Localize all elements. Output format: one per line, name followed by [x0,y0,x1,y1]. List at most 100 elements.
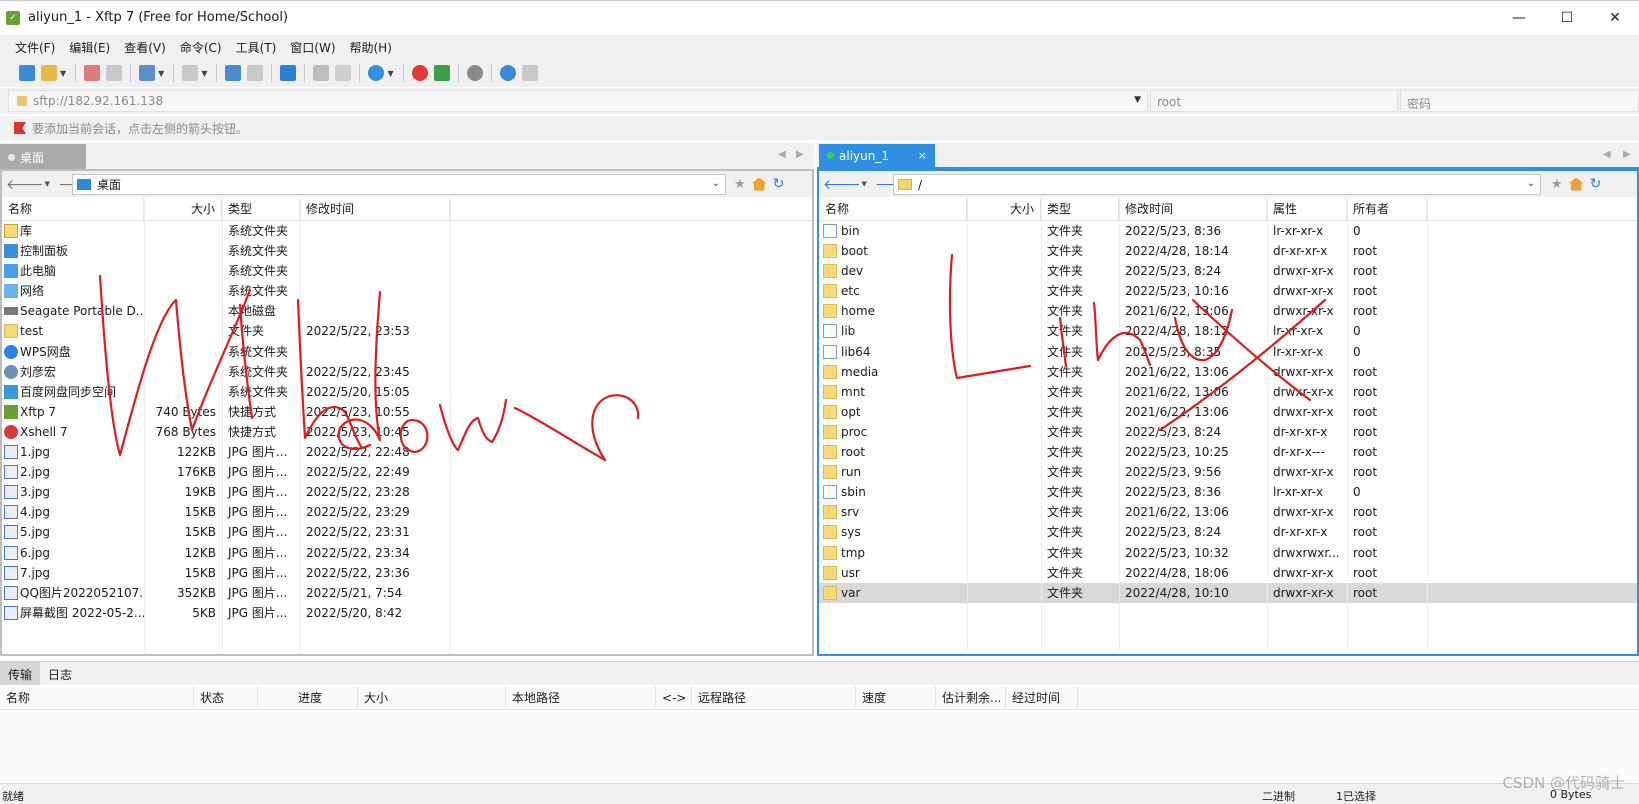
remote-file-row[interactable]: var 文件夹 2022/4/28, 10:10 drwxr-xr-x root [819,582,1637,603]
local-file-row[interactable]: 库 系统文件夹 [2,221,812,241]
bookmark-star-icon[interactable]: ★ [1551,177,1563,192]
username-input[interactable]: root [1150,90,1398,112]
remote-file-row[interactable]: lib 文件夹 2022/4/28, 18:12 lr-xr-xr-x 0 [819,321,1637,341]
remote-file-row[interactable]: proc 文件夹 2022/5/23, 8:24 dr-xr-xr-x root [819,422,1637,442]
download-icon[interactable] [247,65,264,81]
remote-file-row[interactable]: mnt 文件夹 2021/6/22, 13:06 drwxr-xr-x root [819,382,1637,402]
chevron-down-icon[interactable]: ▼ [1134,95,1141,105]
bookmark-star-icon[interactable]: ★ [734,177,746,192]
remote-file-row[interactable]: opt 文件夹 2021/6/22, 13:06 drwxr-xr-x root [819,402,1637,422]
host-address-input[interactable]: sftp://182.92.161.138 ▼ [8,90,1148,112]
tab-next-icon[interactable]: ▶ [796,149,804,160]
col-transfer-size[interactable]: 大小 [358,686,506,710]
col-transfer-status[interactable]: 状态 [194,686,258,710]
tab-prev-icon[interactable]: ◀ [1603,149,1611,160]
col-speed[interactable]: 速度 [856,686,936,710]
chevron-down-icon[interactable]: ⌄ [1527,178,1535,189]
tab-log[interactable]: 日志 [40,662,80,685]
menu-command[interactable]: 命令(C) [173,39,229,56]
remote-file-row[interactable]: etc 文件夹 2022/5/23, 10:16 drwxr-xr-x root [819,281,1637,301]
remote-file-row[interactable]: dev 文件夹 2022/5/23, 8:24 drwxr-xr-x root [819,261,1637,281]
local-file-row[interactable]: 2.jpg 176KB JPG 图片... 2022/5/22, 22:49 [2,462,812,482]
menu-window[interactable]: 窗口(W) [283,39,342,56]
col-type[interactable]: 类型 [1041,198,1119,221]
new-dropdown-icon[interactable]: ▼ [158,69,164,78]
remote-file-row[interactable]: usr 文件夹 2022/4/28, 18:06 drwxr-xr-x root [819,563,1637,583]
col-transfer-name[interactable]: 名称 [0,686,194,710]
flag-icon[interactable] [14,122,26,134]
menu-help[interactable]: 帮助(H) [343,39,399,56]
refresh-icon[interactable]: ↻ [773,176,785,192]
tab-close-icon[interactable]: × [918,149,927,162]
col-modified[interactable]: 修改时间 [1119,198,1267,221]
local-file-row[interactable]: QQ图片2022052107... 352KB JPG 图片... 2022/5/21… [2,583,812,603]
remote-file-row[interactable]: bin 文件夹 2022/5/23, 8:36 lr-xr-xr-x 0 [819,221,1637,241]
copy-icon[interactable] [313,65,330,81]
remote-path-input[interactable]: / ⌄ [893,174,1541,195]
home-icon[interactable] [751,177,767,191]
col-elapsed[interactable]: 经过时间 [1006,686,1078,710]
view-dropdown-icon[interactable]: ▼ [201,69,207,78]
remote-file-row[interactable]: root 文件夹 2022/5/23, 10:25 dr-xr-x--- root [819,442,1637,462]
local-file-row[interactable]: Xftp 7 740 Bytes 快捷方式 2022/5/23, 10:55 [2,402,812,422]
menu-file[interactable]: 文件(F) [8,39,62,56]
close-button[interactable]: ✕ [1591,1,1639,35]
remote-file-row[interactable]: home 文件夹 2021/6/22, 13:06 drwxr-xr-x root [819,301,1637,321]
local-file-row[interactable]: 3.jpg 19KB JPG 图片... 2022/5/22, 23:28 [2,482,812,502]
open-folder-icon[interactable] [41,65,57,81]
home-icon[interactable] [1568,177,1584,191]
local-file-row[interactable]: WPS网盘 系统文件夹 [2,342,812,362]
local-file-row[interactable]: 屏幕截图 2022-05-2... 5KB JPG 图片... 2022/5/20, … [2,603,812,623]
paste-icon[interactable] [335,65,352,81]
reconnect-icon[interactable] [106,65,123,81]
remote-file-row[interactable]: boot 文件夹 2022/4/28, 18:14 dr-xr-xr-x root [819,241,1637,261]
local-file-row[interactable]: 4.jpg 15KB JPG 图片... 2022/5/22, 23:29 [2,502,812,522]
col-owner[interactable]: 所有者 [1347,198,1427,221]
gear-icon[interactable] [466,65,483,81]
globe-icon[interactable] [368,65,385,81]
local-file-row[interactable]: Xshell 7 768 Bytes 快捷方式 2022/5/23, 10:45 [2,422,812,442]
transfer-list[interactable] [0,711,1639,783]
remote-file-row[interactable]: lib64 文件夹 2022/5/23, 8:35 lr-xr-xr-x 0 [819,342,1637,362]
tab-local-desktop[interactable]: 桌面 [0,144,86,169]
menu-view[interactable]: 查看(V) [117,39,173,56]
remote-file-row[interactable]: sbin 文件夹 2022/5/23, 8:36 lr-xr-xr-x 0 [819,482,1637,502]
col-attributes[interactable]: 属性 [1267,198,1347,221]
disconnect-icon[interactable] [84,65,101,81]
back-arrow-icon[interactable]: 🡐 [6,176,44,193]
back-arrow-icon[interactable]: 🡐 [823,176,861,193]
local-file-row[interactable]: 5.jpg 15KB JPG 图片... 2022/5/22, 23:31 [2,522,812,542]
xftp-icon[interactable] [433,65,450,81]
local-file-row[interactable]: 百度网盘同步空间 系统文件夹 2022/5/20, 15:05 [2,382,812,402]
tab-prev-icon[interactable]: ◀ [778,149,786,160]
remote-file-row[interactable]: run 文件夹 2022/5/23, 9:56 drwxr-xr-x root [819,462,1637,482]
local-file-row[interactable]: 控制面板 系统文件夹 [2,241,812,261]
local-file-row[interactable]: 网络 系统文件夹 [2,281,812,301]
col-direction[interactable]: <-> [656,686,692,710]
remote-file-row[interactable]: sys 文件夹 2022/5/23, 8:24 dr-xr-xr-x root [819,522,1637,542]
local-path-input[interactable]: 桌面 ⌄ [72,174,726,195]
col-type[interactable]: 类型 [222,198,300,221]
tab-remote-aliyun[interactable]: aliyun_1 × [819,144,935,169]
local-file-row[interactable]: 6.jpg 12KB JPG 图片... 2022/5/22, 23:34 [2,543,812,563]
help-icon[interactable] [499,65,516,81]
globe-dropdown-icon[interactable]: ▼ [387,69,393,78]
local-file-row[interactable]: 此电脑 系统文件夹 [2,261,812,281]
upload-icon[interactable] [225,65,242,81]
password-input[interactable]: 密码 [1400,90,1639,112]
local-file-row[interactable]: 刘彦宏 系统文件夹 2022/5/22, 23:45 [2,362,812,382]
local-file-row[interactable]: test 文件夹 2022/5/22, 23:53 [2,321,812,341]
menu-edit[interactable]: 编辑(E) [62,39,117,56]
maximize-button[interactable]: ☐ [1543,1,1591,35]
col-size[interactable]: 大小 [967,198,1041,221]
tab-next-icon[interactable]: ▶ [1623,149,1631,160]
menu-tools[interactable]: 工具(T) [229,39,284,56]
col-local-path[interactable]: 本地路径 [506,686,656,710]
col-eta[interactable]: 估计剩余... [936,686,1006,710]
local-file-row[interactable]: 7.jpg 15KB JPG 图片... 2022/5/22, 23:36 [2,563,812,583]
xshell-icon[interactable] [411,65,428,81]
tab-transfer[interactable]: 传输 [0,662,41,685]
remote-file-row[interactable]: srv 文件夹 2021/6/22, 13:06 drwxr-xr-x root [819,502,1637,522]
col-remote-path[interactable]: 远程路径 [692,686,856,710]
chevron-down-icon[interactable]: ⌄ [712,178,720,189]
